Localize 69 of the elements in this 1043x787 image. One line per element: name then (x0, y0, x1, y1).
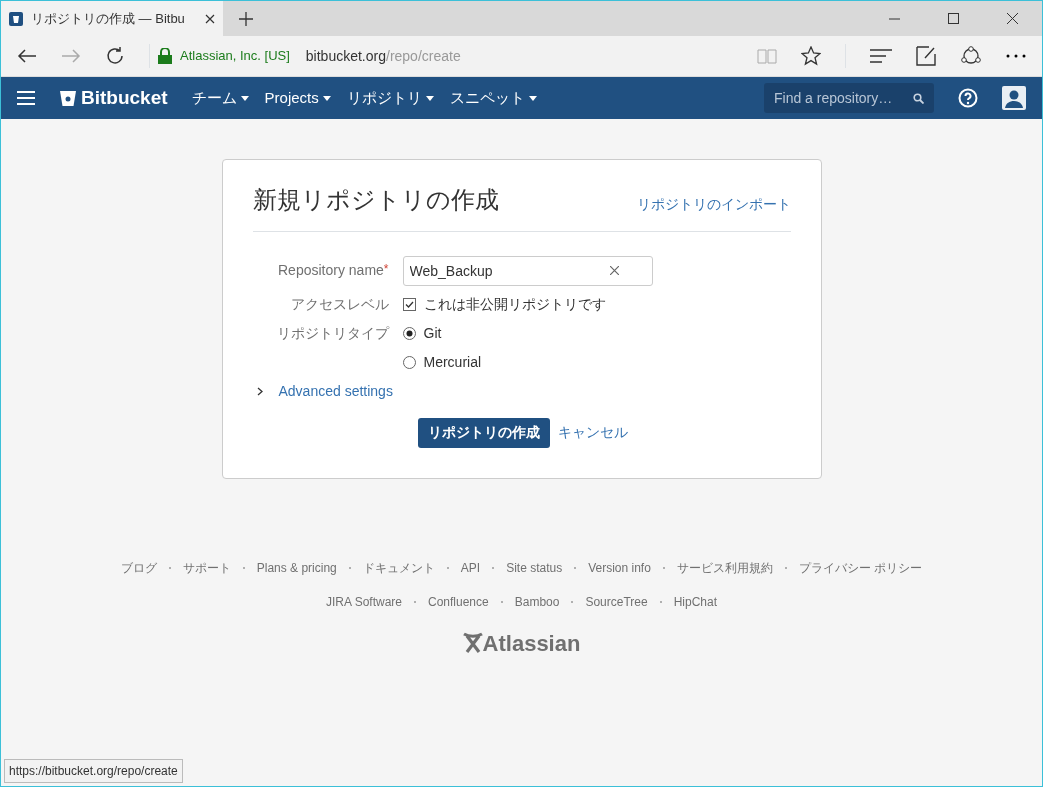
footer-link[interactable]: Site status (506, 558, 563, 577)
radio-button[interactable] (402, 355, 416, 369)
maximize-icon[interactable] (948, 13, 959, 24)
advanced-settings-link[interactable]: Advanced settings (278, 380, 393, 402)
atlassian-icon (462, 632, 483, 655)
caret-icon (322, 95, 331, 101)
more-icon[interactable] (1006, 54, 1026, 58)
status-url: https://bitbucket.org/repo/create (4, 759, 183, 783)
share-icon[interactable] (960, 46, 982, 66)
footer-link[interactable]: ブログ (120, 558, 157, 577)
nav-menu[interactable]: チーム (183, 86, 257, 110)
product-link[interactable]: HipChat (673, 592, 718, 611)
footer-link[interactable]: プライバシー ポリシー (798, 558, 923, 577)
radio-label[interactable]: Mercurial (423, 351, 482, 373)
checkbox-label[interactable]: これは非公開リポジトリです (423, 293, 606, 315)
field-label: アクセスレベル (290, 295, 389, 312)
tab-title: リポジトリの作成 — Bitbu (31, 9, 186, 28)
field-label: Repository name (278, 262, 384, 279)
star-icon[interactable] (801, 46, 821, 66)
radio-label[interactable]: Git (423, 322, 442, 344)
new-tab-icon[interactable] (239, 11, 253, 26)
note-icon[interactable] (916, 46, 936, 66)
search-icon[interactable] (913, 92, 924, 104)
bitbucket-logo[interactable]: Bitbucket (59, 83, 168, 113)
nav-menu[interactable]: Projects (256, 86, 339, 110)
back-icon[interactable] (17, 48, 37, 64)
bucket-icon (9, 11, 23, 26)
caret-icon (528, 95, 537, 101)
product-link[interactable]: JIRA Software (325, 592, 402, 611)
repository-name-field[interactable]: Web_Backup (402, 255, 653, 286)
footer-link[interactable]: サポート (182, 558, 231, 577)
user-avatar-icon[interactable] (1002, 86, 1026, 110)
footer-link[interactable]: API (460, 558, 481, 577)
bucket-icon (59, 89, 77, 107)
close-icon[interactable] (1007, 13, 1018, 24)
browser-tab[interactable]: リポジトリの作成 — Bitbu (1, 1, 223, 36)
address-url[interactable]: bitbucket.org/repo/create (305, 45, 461, 67)
logo-text: Atlassian (482, 629, 581, 658)
field-label: リポジトリタイプ (276, 324, 389, 341)
checkbox[interactable] (402, 297, 416, 311)
footer-link[interactable]: サービス利用規約 (676, 558, 773, 577)
refresh-icon[interactable] (105, 46, 125, 66)
product-link[interactable]: SourceTree (585, 592, 648, 611)
brand-name: Bitbucket (81, 85, 168, 110)
clear-icon[interactable] (609, 266, 619, 276)
atlassian-logo[interactable]: Atlassian (462, 626, 581, 660)
required-marker: * (383, 262, 389, 277)
search-field[interactable]: Find a repository… (764, 83, 934, 113)
caret-icon (240, 95, 249, 101)
nav-menu[interactable]: スニペット (441, 86, 545, 110)
site-identity: Atlassian, Inc. [US] (180, 47, 290, 66)
product-link[interactable]: Confluence (428, 592, 489, 611)
radio-button[interactable] (402, 326, 416, 340)
caret-icon (425, 95, 434, 101)
product-link[interactable]: Bamboo (514, 592, 560, 611)
page-title: 新規リポジトリの作成 (252, 186, 499, 215)
lock-icon (158, 48, 172, 64)
hub-icon[interactable] (870, 49, 892, 63)
help-icon[interactable] (958, 88, 978, 108)
import-link[interactable]: リポジトリのインポート (636, 193, 791, 215)
footer-link[interactable]: Plans & pricing (256, 558, 337, 577)
footer-link[interactable]: ドキュメント (362, 558, 435, 577)
cancel-link[interactable]: キャンセル (557, 422, 628, 444)
create-repository-button[interactable]: リポジトリの作成 (417, 417, 550, 448)
footer-link[interactable]: Version info (588, 558, 651, 577)
menu-icon[interactable] (17, 91, 35, 105)
close-icon[interactable] (205, 13, 215, 24)
nav-menu[interactable]: リポジトリ (338, 86, 442, 110)
chevron-icon[interactable] (256, 386, 263, 396)
